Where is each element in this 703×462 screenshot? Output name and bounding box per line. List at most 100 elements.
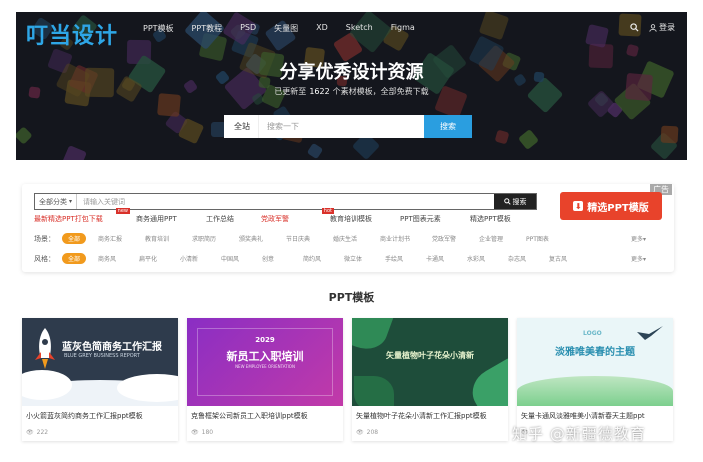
style-label: 风格： (34, 254, 55, 263)
filter-panel: 全部分类 ▾ 请输入关键词 搜索 广告 ⬇ 精选PPT模版 最新精选PPT打包下载… (22, 184, 674, 272)
keyword-search-label: 搜索 (512, 197, 527, 206)
scene-more[interactable]: 更多▾ (631, 234, 646, 243)
chevron-down-icon: ▾ (69, 198, 73, 205)
search-icon (503, 198, 511, 205)
style-item[interactable]: 中国风 (221, 254, 262, 263)
nav-item-ppt-templates[interactable]: PPT模板 (134, 23, 183, 34)
style-more[interactable]: 更多▾ (631, 254, 646, 263)
bokeh-shape (306, 142, 324, 160)
scene-all-tag[interactable]: 全部 (62, 233, 87, 244)
scene-item[interactable]: 企业管理 (479, 234, 526, 243)
style-filter-row: 风格： 全部 商务风 扁平化 小清新 中国风 创意 简约风 微立体 手绘风 卡通… (34, 253, 646, 264)
search-scope[interactable]: 全站 (224, 115, 259, 138)
scene-item[interactable]: 颁奖典礼 (239, 234, 286, 243)
quick-link-label: 最新精选PPT打包下载 (34, 215, 103, 223)
scene-item[interactable]: 求职简历 (192, 234, 239, 243)
card-title[interactable]: 小火箭蓝灰简约商务工作汇报ppt模板 (26, 411, 176, 421)
login-link[interactable]: 登录 (649, 22, 675, 33)
style-item[interactable]: 卡通风 (426, 254, 467, 263)
style-item[interactable]: 简约风 (303, 254, 344, 263)
thumb-subtitle: NEW EMPLOYEE ORIENTATION (235, 364, 295, 369)
card-views: 👁 180 (191, 429, 213, 436)
download-icon: ⬇ (573, 201, 584, 211)
nav-item-sketch[interactable]: Sketch (337, 23, 382, 34)
quick-links: 最新精选PPT打包下载 new 商务通用PPT 工作总结 党政军警 hot 教育培训… (34, 208, 511, 224)
style-item[interactable]: 商务风 (98, 254, 139, 263)
thumb-title: 淡雅唯美春的主题 (555, 347, 635, 358)
grass-decoration (517, 376, 673, 406)
search-icon[interactable] (630, 23, 639, 32)
scene-item[interactable]: 教育培训 (145, 234, 192, 243)
quick-link-business[interactable]: 商务通用PPT (136, 214, 206, 224)
template-card[interactable]: 蓝灰色简商务工作汇报 BLUE GREY BUSINESS REPORT 小火箭… (22, 318, 178, 441)
eye-icon: 👁 (26, 429, 34, 436)
quick-link-selected[interactable]: 精选PPT模板 (470, 214, 511, 224)
category-select[interactable]: 全部分类 ▾ (35, 194, 78, 209)
nav-item-psd[interactable]: PSD (231, 23, 265, 34)
hero-search-input[interactable]: 搜索一下 (259, 121, 424, 132)
quick-link-party[interactable]: 党政军警 hot (261, 208, 334, 224)
bokeh-shape (660, 125, 679, 144)
card-title[interactable]: 克鲁框架公司新员工入职培训ppt模板 (191, 411, 341, 421)
hero-subtitle: 已更新至 1622 个素材模板，全部免费下载 (16, 86, 687, 97)
bokeh-shape (517, 128, 540, 151)
card-title[interactable]: 矢量植物叶子花朵小清新工作汇报ppt模板 (356, 411, 506, 421)
keyword-search: 全部分类 ▾ 请输入关键词 搜索 (34, 193, 537, 210)
quick-link-education[interactable]: 教育培训模板 (330, 214, 400, 224)
scene-item[interactable]: 党政军警 (432, 234, 479, 243)
scene-item[interactable]: 商务汇报 (98, 234, 145, 243)
scene-item[interactable]: 商业计划书 (380, 234, 432, 243)
quick-link-summary[interactable]: 工作总结 (206, 214, 261, 224)
style-all-tag[interactable]: 全部 (62, 253, 87, 264)
quick-link-chart-elements[interactable]: PPT图表元素 (400, 214, 470, 224)
card-views: 👁 208 (356, 429, 378, 436)
scene-item[interactable]: 婚庆生活 (333, 234, 380, 243)
hero-search-bar: 全站 搜索一下 搜索 (224, 115, 472, 138)
card-views: 👁 222 (26, 429, 48, 436)
hero-search-button[interactable]: 搜索 (424, 115, 472, 138)
style-item[interactable]: 杂志风 (508, 254, 549, 263)
nav-right: 登录 (630, 22, 675, 33)
bokeh-shape (62, 145, 87, 160)
card-thumbnail[interactable]: 蓝灰色简商务工作汇报 BLUE GREY BUSINESS REPORT (22, 318, 178, 406)
style-item[interactable]: 微立体 (344, 254, 385, 263)
style-item[interactable]: 创意 (262, 254, 303, 263)
style-item[interactable]: 复古风 (549, 254, 567, 263)
promo-button[interactable]: ⬇ 精选PPT模版 (560, 192, 662, 220)
site-logo[interactable]: 叮当设计 (26, 18, 118, 50)
style-item[interactable]: 小清新 (180, 254, 221, 263)
style-item[interactable]: 水彩风 (467, 254, 508, 263)
keyword-input[interactable]: 请输入关键词 (77, 197, 494, 207)
card-title[interactable]: 矢量卡通风淡雅唯美小清新春天主题ppt (521, 411, 671, 421)
user-icon (649, 23, 657, 32)
login-label: 登录 (659, 23, 675, 32)
style-item[interactable]: 扁平化 (139, 254, 180, 263)
scene-item[interactable]: PPT图表 (526, 234, 549, 243)
hero-title: 分享优秀设计资源 (279, 62, 424, 83)
nav-item-xd[interactable]: XD (307, 23, 337, 34)
main-nav: PPT模板 PPT教程 PSD 矢量图 XD Sketch Figma (134, 23, 424, 34)
eye-icon: 👁 (191, 429, 199, 436)
nav-item-vector[interactable]: 矢量图 (265, 23, 307, 34)
leaf-decoration (464, 358, 508, 406)
thumb-logo: LOGO (583, 330, 602, 337)
quick-link-latest-pack[interactable]: 最新精选PPT打包下载 new (34, 208, 130, 224)
swallow-icon (637, 326, 663, 340)
thumb-title: 矢量植物叶子花朵小清新 (386, 351, 474, 360)
style-item[interactable]: 手绘风 (385, 254, 426, 263)
keyword-search-button[interactable]: 搜索 (494, 194, 536, 209)
template-card[interactable]: 矢量植物叶子花朵小清新 矢量植物叶子花朵小清新工作汇报ppt模板 👁 208 (352, 318, 508, 441)
hero-sub-suffix: 个素材模板，全部免费下载 (332, 87, 429, 96)
template-card[interactable]: 2029 新员工入职培训 NEW EMPLOYEE ORIENTATION 克鲁… (187, 318, 343, 441)
view-count: 180 (201, 429, 214, 436)
nav-item-ppt-tutorials[interactable]: PPT教程 (183, 23, 232, 34)
card-thumbnail[interactable]: 矢量植物叶子花朵小清新 (352, 318, 508, 406)
hero-sub-prefix: 已更新至 (274, 87, 307, 96)
new-badge: new (115, 208, 130, 214)
scene-item[interactable]: 节日庆典 (286, 234, 333, 243)
card-thumbnail[interactable]: 2029 新员工入职培训 NEW EMPLOYEE ORIENTATION (187, 318, 343, 406)
eye-icon: 👁 (356, 429, 364, 436)
card-thumbnail[interactable]: LOGO 淡雅唯美春的主题 (517, 318, 673, 406)
nav-item-figma[interactable]: Figma (382, 23, 424, 34)
view-count: 208 (366, 429, 379, 436)
